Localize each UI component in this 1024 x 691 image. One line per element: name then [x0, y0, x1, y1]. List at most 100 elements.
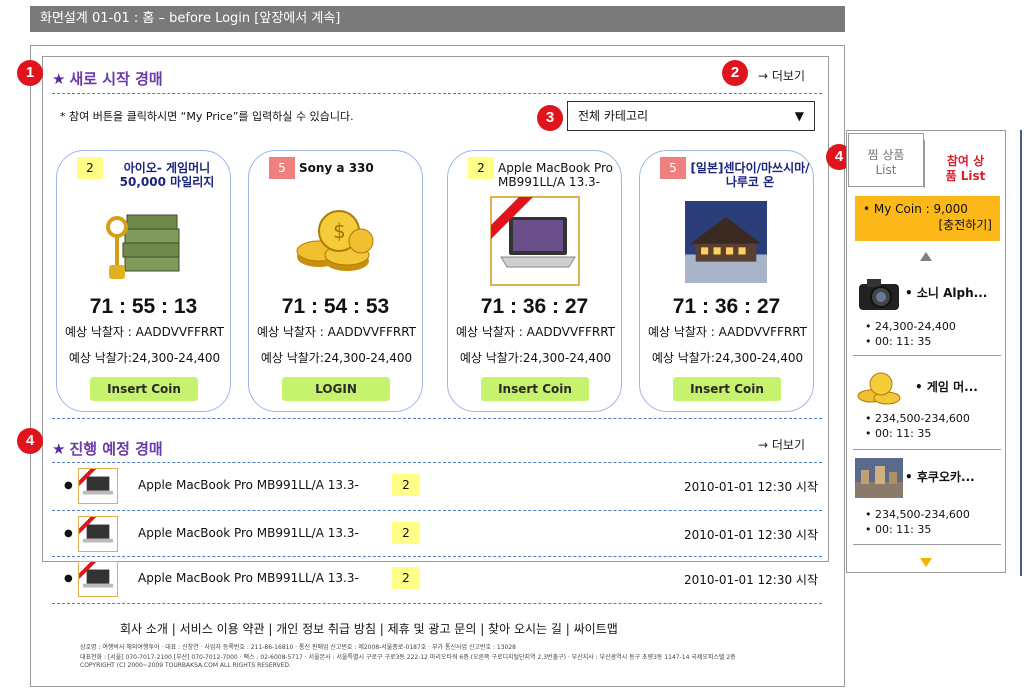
expected-price: 예상 낙찰가:24,300-24,400 — [68, 351, 221, 365]
expected-winner: 예상 낙찰자 : AADDVVFFRRT — [256, 325, 417, 339]
bullet: ● — [64, 528, 73, 539]
bullet: ● — [64, 480, 73, 491]
gold-coins-icon — [857, 372, 901, 405]
divider — [52, 556, 822, 557]
tab-wishlist[interactable]: 찜 상품 List — [848, 133, 924, 187]
my-coin-label: • My Coin : 9,000 — [863, 202, 968, 216]
new-auctions-title-text: 새로 시작 경매 — [69, 70, 163, 88]
sidebar-item-time: • 00: 11: 35 — [865, 335, 932, 348]
sidebar-scroll-line — [1020, 130, 1022, 576]
bid-count-badge: 5 — [660, 157, 686, 179]
sidebar-item-price: • 24,300-24,400 — [865, 320, 956, 333]
annotation-badge-1: 1 — [17, 60, 43, 86]
upcoming-row[interactable]: ● Apple MacBook Pro MB991LL/A 13.3- 2 20… — [60, 466, 820, 506]
money-key-icon — [106, 214, 180, 279]
bid-count-badge: 2 — [392, 522, 420, 544]
sidebar-item[interactable]: • 소니 Alph... • 24,300-24,400 • 00: 11: 3… — [853, 266, 1001, 358]
tab-wishlist-label: 찜 상품 — [867, 148, 905, 162]
annotation-badge-3: 3 — [537, 105, 563, 131]
my-coin-box[interactable]: • My Coin : 9,000 [충전하기] — [855, 196, 1000, 241]
footer-links[interactable]: 회사 소개 | 서비스 이용 약관 | 개인 정보 취급 방침 | 제휴 및 광… — [120, 620, 618, 637]
footer-copyright: COPYRIGHT (C) 2000~2009 TOURBAKSA.COM AL… — [80, 662, 291, 669]
divider — [853, 544, 1001, 545]
sidebar-item-time: • 00: 11: 35 — [865, 523, 932, 536]
scroll-down-icon[interactable] — [920, 558, 932, 567]
sidebar-item[interactable]: • 후쿠오카... • 234,500-234,600 • 00: 11: 35 — [853, 450, 1001, 542]
countdown-timer: 71 : 54 : 53 — [281, 295, 390, 318]
sidebar-item-time: • 00: 11: 35 — [865, 427, 932, 440]
upcoming-row[interactable]: ● Apple MacBook Pro MB991LL/A 13.3- 2 20… — [60, 559, 820, 599]
insert-coin-button[interactable]: Insert Coin — [90, 377, 198, 401]
city-photo-icon — [855, 458, 903, 498]
divider — [52, 603, 822, 604]
bid-count-badge: 2 — [392, 474, 420, 496]
tab-participating[interactable]: 참여 상품 List — [924, 140, 1006, 188]
laptop-icon — [490, 196, 580, 286]
new-auctions-title: ★ 새로 시작 경매 — [52, 68, 163, 89]
login-button[interactable]: LOGIN — [282, 377, 390, 401]
expected-winner: 예상 낙찰자 : AADDVVFFRRT — [647, 325, 808, 339]
footer-company-info: 상호명 : 여행박사 해외여행투어 · 대표 : 신창연 · 사업자 등록번호 … — [80, 644, 516, 651]
tab-wishlist-label-2: List — [875, 163, 897, 177]
insert-coin-button[interactable]: Insert Coin — [673, 377, 781, 401]
auction-card[interactable]: 2 아이오- 게임머니 50,000 마일리지 71 : 55 : 13 예상 … — [56, 150, 231, 412]
auction-item-name: Sony a 330 — [299, 161, 374, 175]
laptop-thumbnail-icon — [78, 468, 118, 504]
countdown-timer: 71 : 55 : 13 — [89, 295, 198, 318]
star-icon: ★ — [52, 70, 66, 88]
expected-price: 예상 낙찰가:24,300-24,400 — [260, 351, 413, 365]
upcoming-row[interactable]: ● Apple MacBook Pro MB991LL/A 13.3- 2 20… — [60, 514, 820, 554]
scroll-up-icon[interactable] — [920, 252, 932, 261]
upcoming-item-name: Apple MacBook Pro MB991LL/A 13.3- — [138, 526, 359, 540]
charge-link[interactable]: [충전하기] — [863, 217, 992, 233]
upcoming-auctions-title-text: 진행 예정 경매 — [69, 440, 163, 458]
upcoming-more-link[interactable]: → 더보기 — [758, 436, 805, 453]
category-select-value: 전체 카테고리 — [578, 109, 649, 123]
laptop-thumbnail-icon — [78, 516, 118, 552]
bid-count-badge: 2 — [392, 567, 420, 589]
countdown-timer: 71 : 36 : 27 — [480, 295, 589, 318]
divider — [52, 462, 822, 463]
gold-coins-icon: $ — [296, 210, 374, 271]
annotation-badge-2: 2 — [722, 60, 748, 86]
sidebar-item-name: • 게임 머... — [915, 380, 978, 394]
footer-contact-info: 대표전화 : [서울] 070-7017-2100 [부산] 070-7012-… — [80, 654, 736, 661]
countdown-timer: 71 : 36 : 27 — [672, 295, 781, 318]
svg-text:$: $ — [333, 219, 346, 243]
expected-winner: 예상 낙찰자 : AADDVVFFRRT — [455, 325, 616, 339]
bid-count-badge: 2 — [468, 157, 494, 179]
sidebar-item-name: • 후쿠오카... — [905, 470, 975, 484]
auction-card[interactable]: 5 [일본]센다이/마쓰시마/나루코 온 71 : 36 : 27 예상 낙찰자… — [639, 150, 814, 412]
divider — [52, 93, 822, 94]
auction-card[interactable]: 5 Sony a 330 $ 71 : 54 : 53 예상 낙찰자 : AAD… — [248, 150, 423, 412]
dropdown-arrow-icon: ▼ — [794, 109, 804, 123]
expected-price: 예상 낙찰가:24,300-24,400 — [459, 351, 612, 365]
tab-participating-label: 참여 상 — [946, 154, 985, 168]
divider — [853, 355, 1001, 356]
hotel-photo-icon — [685, 201, 767, 283]
camera-icon — [859, 279, 899, 310]
auction-item-name: Apple MacBook Pro MB991LL/A 13.3- — [498, 161, 613, 189]
sidebar-item-price: • 234,500-234,600 — [865, 412, 970, 425]
auction-item-name: [일본]센다이/마쓰시마/나루코 온 — [690, 161, 810, 189]
insert-coin-button[interactable]: Insert Coin — [481, 377, 589, 401]
tab-participating-label-2: 품 List — [945, 169, 986, 183]
auction-card[interactable]: 2 Apple MacBook Pro MB991LL/A 13.3- 71 :… — [447, 150, 622, 412]
laptop-thumbnail-icon — [78, 561, 118, 597]
auction-item-name: 아이오- 게임머니 50,000 마일리지 — [119, 161, 215, 189]
star-icon: ★ — [52, 440, 66, 458]
sidebar-item-name: • 소니 Alph... — [905, 286, 988, 300]
start-datetime: 2010-01-01 12:30 시작 — [683, 480, 818, 494]
annotation-badge-4: 4 — [17, 428, 43, 454]
start-datetime: 2010-01-01 12:30 시작 — [683, 573, 818, 587]
start-datetime: 2010-01-01 12:30 시작 — [683, 528, 818, 542]
expected-winner: 예상 낙찰자 : AADDVVFFRRT — [64, 325, 225, 339]
category-select[interactable]: 전체 카테고리 ▼ — [567, 101, 815, 131]
bid-note: * 참여 버튼을 클릭하시면 “My Price”를 입력하실 수 있습니다. — [60, 110, 354, 123]
sidebar-item[interactable]: • 게임 머... • 234,500-234,600 • 00: 11: 35 — [853, 360, 1001, 452]
new-auctions-more-link[interactable]: → 더보기 — [758, 67, 805, 84]
bid-count-badge: 2 — [77, 157, 103, 179]
upcoming-item-name: Apple MacBook Pro MB991LL/A 13.3- — [138, 478, 359, 492]
upcoming-auctions-title: ★ 진행 예정 경매 — [52, 438, 163, 459]
divider — [52, 510, 822, 511]
